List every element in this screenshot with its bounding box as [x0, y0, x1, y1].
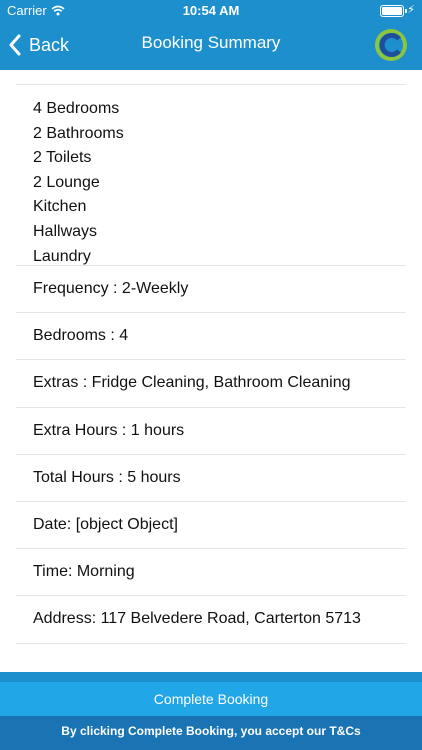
room-item: 2 Lounge — [33, 173, 100, 191]
total-hours-row: Total Hours : 5 hours — [16, 455, 406, 502]
page-title: Booking Summary — [141, 33, 281, 52]
room-item: Hallways — [33, 222, 98, 240]
terms-notice: By clicking Complete Booking, you accept… — [0, 716, 422, 750]
header-bar: Carrier 10:54 AM ⚡ Back Booking Summary — [0, 0, 422, 70]
brand-logo — [374, 28, 408, 62]
status-bar: Carrier 10:54 AM ⚡ — [0, 0, 422, 22]
rooms-list: 4 Bedrooms 2 Bathrooms 2 Toilets 2 Loung… — [16, 85, 406, 266]
extras-row: Extras : Fridge Cleaning, Bathroom Clean… — [16, 360, 406, 408]
status-time: 10:54 AM — [182, 3, 240, 18]
extra-hours-row: Extra Hours : 1 hours — [16, 408, 406, 455]
time-row: Time: Morning — [16, 549, 406, 597]
list-spacer — [16, 70, 406, 85]
navigation-bar: Back Booking Summary — [0, 22, 422, 70]
room-item: Kitchen — [33, 198, 87, 216]
address-row: Address: 117 Belvedere Road, Carterton 5… — [16, 596, 406, 644]
frequency-row: Frequency : 2-Weekly — [16, 266, 406, 314]
bedrooms-row: Bedrooms : 4 — [16, 313, 406, 361]
room-item: 2 Toilets — [33, 149, 92, 167]
charging-icon: ⚡ — [407, 4, 415, 16]
booking-summary-list: 4 Bedrooms 2 Bathrooms 2 Toilets 2 Loung… — [16, 70, 406, 644]
footer-divider — [0, 672, 422, 682]
battery-icon — [380, 5, 407, 17]
room-item: 2 Bathrooms — [33, 124, 124, 142]
complete-booking-button[interactable]: Complete Booking — [0, 682, 422, 716]
room-item: 4 Bedrooms — [33, 100, 120, 117]
date-row: Date: [object Object] — [16, 502, 406, 550]
